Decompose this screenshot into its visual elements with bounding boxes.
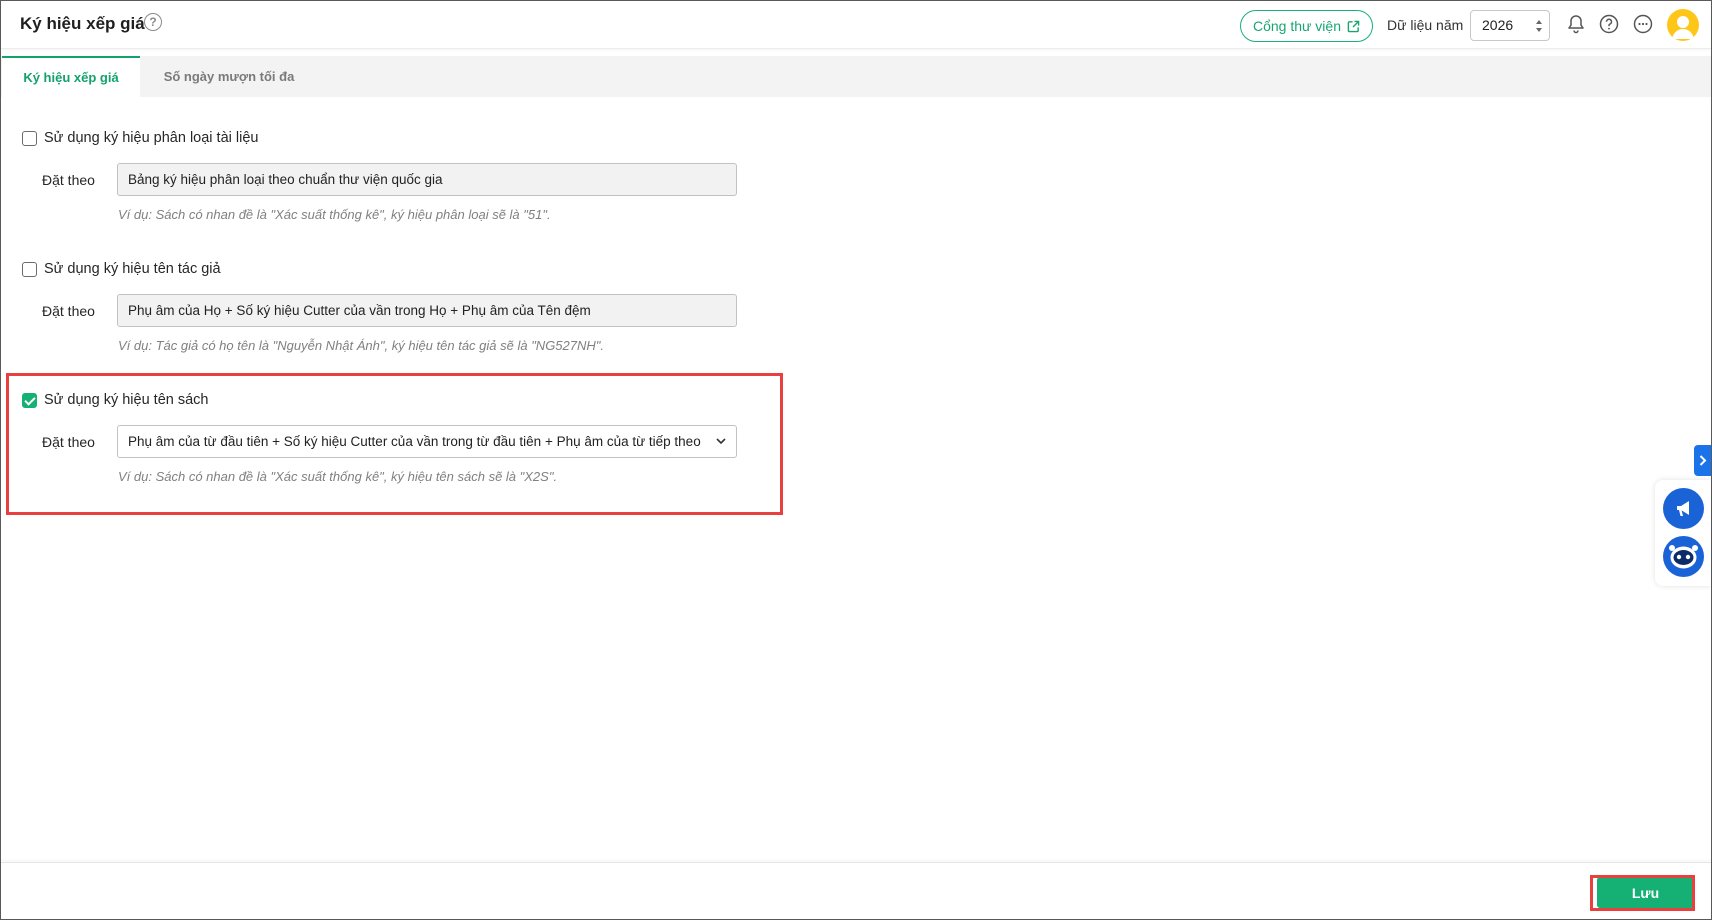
- classification-example: Ví dụ: Sách có nhan đề là "Xác suất thốn…: [118, 207, 551, 222]
- author-field: Phụ âm của Họ + Số ký hiệu Cutter của vầ…: [117, 294, 737, 327]
- classification-checkbox-row[interactable]: Sử dụng ký hiệu phân loại tài liệu: [22, 128, 258, 148]
- chatbot-button[interactable]: [1663, 536, 1704, 577]
- title-field-label: Đặt theo: [42, 434, 95, 450]
- page-title: Ký hiệu xếp giá: [20, 14, 145, 33]
- title-select[interactable]: Phụ âm của từ đầu tiên + Số ký hiệu Cutt…: [117, 425, 737, 458]
- author-checkbox-row[interactable]: Sử dụng ký hiệu tên tác giả: [22, 259, 221, 279]
- author-field-label: Đặt theo: [42, 303, 95, 319]
- more-icon[interactable]: [1632, 13, 1654, 35]
- help-circle-icon[interactable]: ?: [144, 13, 162, 31]
- classification-checkbox-label: Sử dụng ký hiệu phân loại tài liệu: [44, 130, 259, 146]
- year-value: 2026: [1482, 17, 1514, 33]
- library-portal-button[interactable]: Cổng thư viện: [1240, 10, 1373, 42]
- user-avatar[interactable]: [1667, 9, 1699, 41]
- title-example: Ví dụ: Sách có nhan đề là "Xác suất thốn…: [118, 469, 558, 484]
- library-portal-label: Cổng thư viện: [1253, 18, 1341, 34]
- author-example: Ví dụ: Tác giả có họ tên là "Nguyễn Nhật…: [118, 338, 605, 353]
- tab-max-borrow-days[interactable]: Số ngày mượn tối đa: [144, 56, 314, 97]
- tab-bar: Ký hiệu xếp giá Số ngày mượn tối đa: [1, 56, 1711, 97]
- top-header: Ký hiệu xếp giá ? Cổng thư viện Dữ liệu …: [1, 1, 1711, 49]
- megaphone-icon: [1677, 501, 1689, 516]
- author-checkbox-label: Sử dụng ký hiệu tên tác giả: [44, 261, 221, 277]
- bell-icon[interactable]: [1565, 13, 1587, 35]
- title-checkbox-row[interactable]: Sử dụng ký hiệu tên sách: [22, 390, 208, 410]
- year-stepper[interactable]: 2026: [1470, 10, 1550, 41]
- chevron-down-icon: [716, 438, 726, 445]
- classification-field-label: Đặt theo: [42, 172, 95, 188]
- classification-checkbox[interactable]: [22, 130, 37, 146]
- side-panel-toggle[interactable]: [1694, 445, 1711, 476]
- external-link-icon: [1347, 20, 1360, 32]
- user-avatar-icon: [1672, 16, 1694, 39]
- chevron-right-icon: [1699, 455, 1707, 466]
- title-checkbox-label: Sử dụng ký hiệu tên sách: [44, 392, 209, 408]
- footer-bar: Lưu: [1, 862, 1711, 919]
- year-label: Dữ liệu năm: [1387, 17, 1464, 33]
- spinner-arrows-icon[interactable]: [1535, 17, 1543, 35]
- classification-field: Bảng ký hiệu phân loại theo chuẩn thư vi…: [117, 163, 737, 196]
- title-checkbox[interactable]: [22, 392, 37, 408]
- announcement-button[interactable]: [1663, 488, 1704, 529]
- save-highlight-frame: [1590, 875, 1695, 911]
- tab-shelf-mark[interactable]: Ký hiệu xếp giá: [2, 56, 140, 97]
- title-select-value: Phụ âm của từ đầu tiên + Số ký hiệu Cutt…: [128, 434, 701, 449]
- floating-side-panel: [1655, 480, 1711, 586]
- question-icon[interactable]: [1598, 13, 1620, 35]
- chatbot-icon: [1669, 545, 1698, 569]
- author-checkbox[interactable]: [22, 261, 37, 277]
